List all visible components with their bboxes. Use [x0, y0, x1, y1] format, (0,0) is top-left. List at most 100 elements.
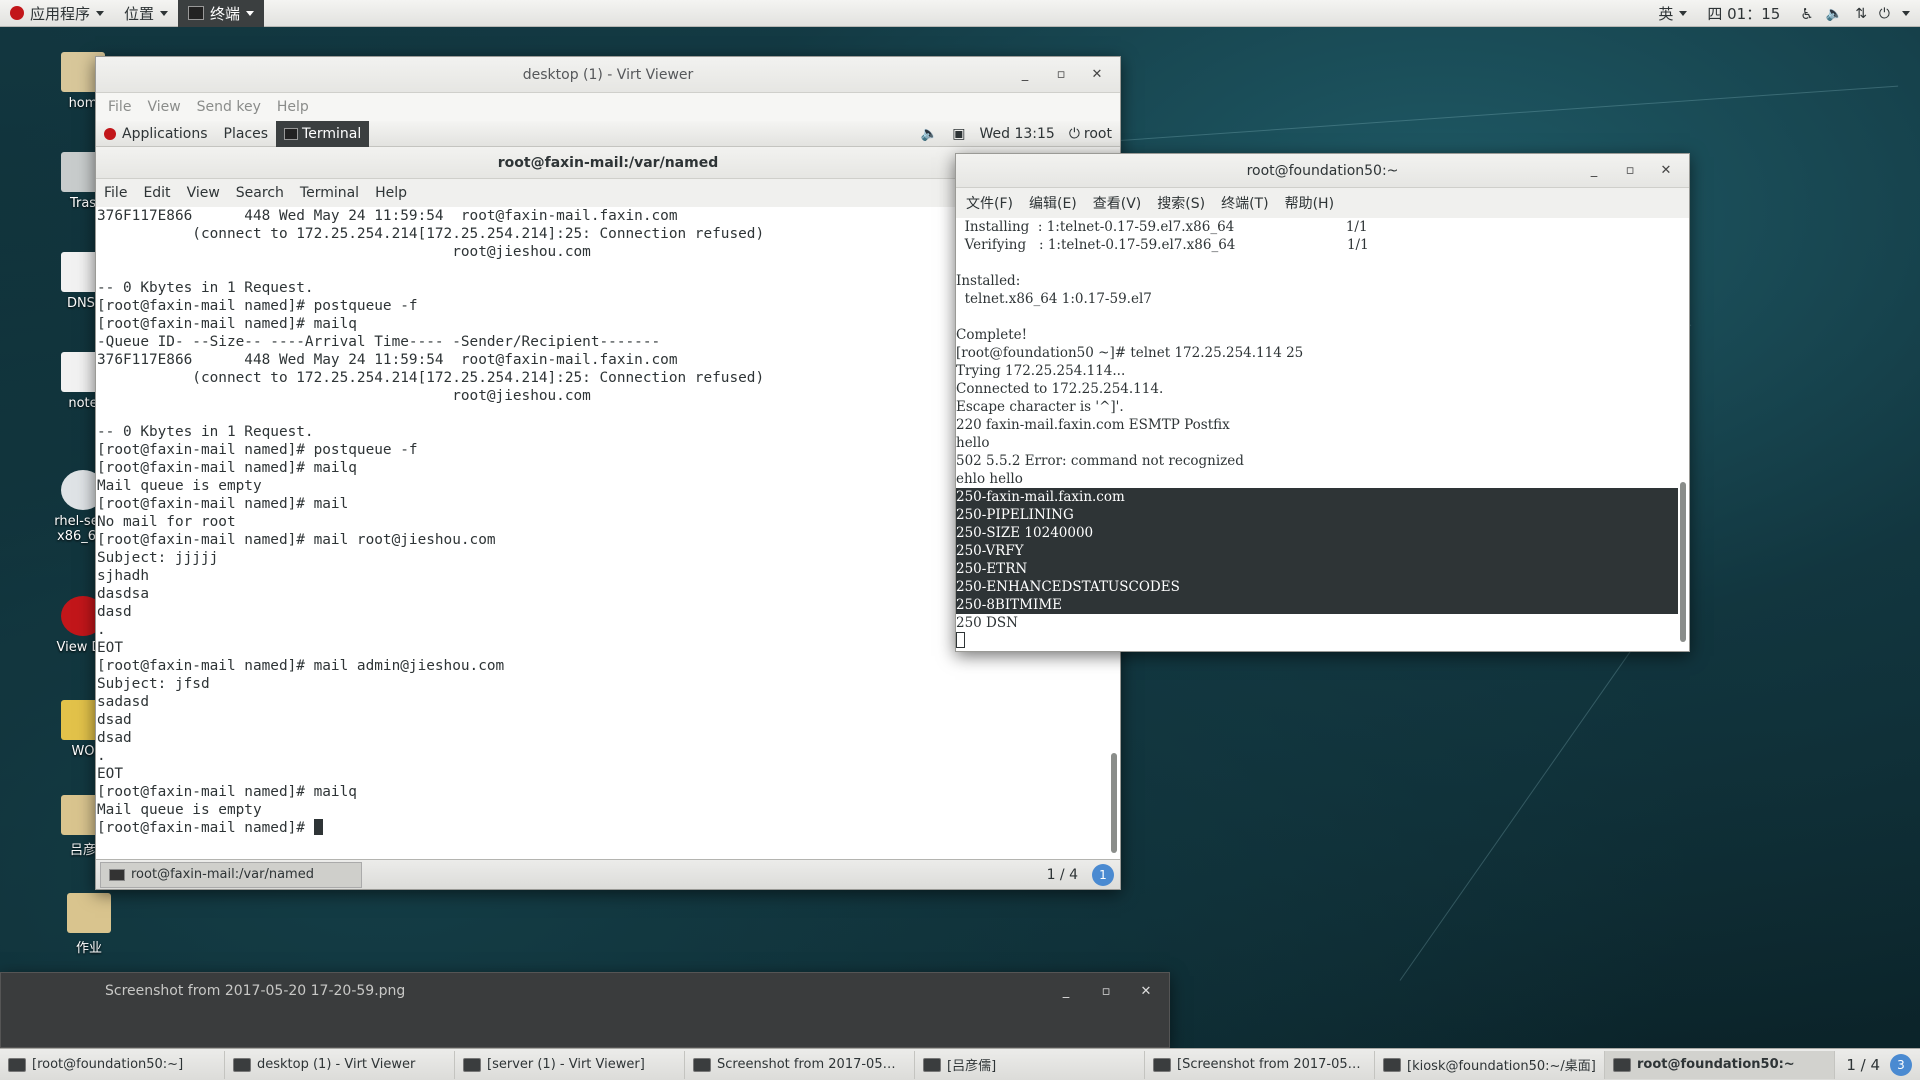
terminal-line-text: 250-ETRN [956, 561, 1028, 577]
taskbar-item[interactable]: [root@foundation50:~] [0, 1050, 225, 1079]
terminal-line: Installed: [956, 272, 1678, 290]
foundation-terminal-output[interactable]: Installing : 1:telnet-0.17-59.el7.x86_64… [956, 218, 1678, 650]
taskbar-item[interactable]: Screenshot from 2017-05… [685, 1050, 915, 1079]
minimize-button[interactable]: _ [1579, 158, 1609, 184]
guest-applications-label: Applications [122, 125, 208, 142]
guest-clock[interactable]: Wed 13:15 [980, 126, 1055, 142]
foundation-terminal-titlebar[interactable]: root@foundation50:~ _ ▫ ✕ [956, 154, 1689, 188]
places-menu-label: 位置 [124, 4, 155, 23]
virt-viewer-titlebar[interactable]: desktop (1) - Virt Viewer _ ▫ ✕ [96, 57, 1120, 93]
terminal-line-text: [root@faxin-mail named]# postqueue -f [97, 298, 418, 314]
menu-file[interactable]: File [96, 185, 135, 201]
window-icon [233, 1057, 251, 1072]
menu-send-key[interactable]: Send key [189, 99, 269, 115]
power-icon: ⏻ [1878, 5, 1890, 22]
terminal-line: dsad [97, 711, 1106, 729]
terminal-line-text: (connect to 172.25.254.214[172.25.254.21… [97, 370, 765, 386]
taskbar-item-label: [吕彦儒] [947, 1059, 997, 1074]
input-method-indicator[interactable]: 英 [1648, 0, 1697, 27]
menu-help[interactable]: 帮助(H) [1277, 193, 1342, 213]
foundation-terminal-scrollbar[interactable] [1679, 218, 1687, 650]
terminal-line-text: Trying 172.25.254.114... [956, 363, 1126, 379]
applications-menu-label: 应用程序 [30, 4, 91, 23]
desktop-icon-label: 吕彦 [69, 843, 96, 858]
terminal-line-text: 250-PIPELINING [956, 507, 1074, 523]
taskbar-item[interactable]: [Screenshot from 2017-05… [1145, 1050, 1375, 1079]
taskbar-item[interactable]: desktop (1) - Virt Viewer [225, 1050, 455, 1079]
terminal-line: hello [956, 434, 1678, 452]
menu-edit[interactable]: Edit [135, 185, 178, 201]
places-menu[interactable]: 位置 [114, 0, 178, 27]
terminal-line-text: 502 5.5.2 Error: command not recognized [956, 453, 1244, 469]
menu-view[interactable]: 查看(V) [1085, 193, 1150, 213]
terminal-line: telnet.x86_64 1:0.17-59.el7 [956, 290, 1678, 308]
taskbar-item[interactable]: [server (1) - Virt Viewer] [455, 1050, 685, 1079]
terminal-line: Subject: jfsd [97, 675, 1106, 693]
taskbar-item[interactable]: [吕彦儒] [915, 1050, 1145, 1079]
menu-search[interactable]: 搜索(S) [1149, 193, 1213, 213]
menu-view[interactable]: View [139, 99, 188, 115]
terminal-line-text: 220 faxin-mail.faxin.com ESMTP Postfix [956, 417, 1230, 433]
volume-icon: 🔈 [1825, 5, 1844, 22]
menu-terminal[interactable]: Terminal [292, 185, 367, 201]
guest-notification-badge[interactable]: 1 [1092, 863, 1114, 886]
terminal-line-text: Installing : 1:telnet-0.17-59.el7.x86_64… [956, 219, 1368, 235]
menu-help[interactable]: Help [269, 99, 317, 115]
system-status-area[interactable]: ♿ 🔈 ⇅ ⏻ [1790, 0, 1920, 27]
guest-terminal-label: Terminal [302, 125, 362, 142]
foundation-terminal-window[interactable]: root@foundation50:~ _ ▫ ✕ 文件(F) 编辑(E) 查看… [955, 153, 1690, 652]
window-title: root@faxin-mail:/var/named [497, 154, 719, 171]
maximize-button[interactable]: ▫ [1046, 62, 1076, 88]
guest-taskbar-item[interactable]: root@faxin-mail:/var/named [100, 861, 362, 888]
screenshot-viewer-window[interactable]: Screenshot from 2017-05-20 17-20-59.png … [0, 972, 1170, 1048]
guest-applications-menu[interactable]: Applications [96, 126, 216, 142]
terminal-line-text: [root@faxin-mail named]# postqueue -f [97, 442, 418, 458]
close-button[interactable]: ✕ [1131, 978, 1161, 1004]
active-app-menu[interactable]: 终端 [178, 0, 265, 27]
taskbar-item[interactable]: root@foundation50:~ [1605, 1050, 1835, 1079]
terminal-line-text: Connected to 172.25.254.114. [956, 381, 1164, 397]
terminal-line-text: 376F117E866 448 Wed May 24 11:59:54 root… [97, 352, 678, 368]
terminal-line-selected: 250-PIPELINING [956, 506, 1678, 524]
minimize-button[interactable]: _ [1051, 978, 1081, 1004]
maximize-button[interactable]: ▫ [1615, 158, 1645, 184]
menu-view[interactable]: View [179, 185, 228, 201]
volume-icon[interactable]: 🔈 [921, 126, 938, 142]
menu-file[interactable]: 文件(F) [958, 193, 1021, 213]
workspace-indicator[interactable]: 1 / 4 [1846, 1056, 1880, 1074]
menu-help[interactable]: Help [367, 185, 415, 201]
chevron-down-icon [1902, 11, 1910, 16]
menu-terminal[interactable]: 终端(T) [1213, 193, 1276, 213]
display-icon[interactable]: ▣ [952, 126, 965, 142]
terminal-line-selected: 250-faxin-mail.faxin.com [956, 488, 1678, 506]
terminal-line: Escape character is '^]'. [956, 398, 1678, 416]
terminal-line: [root@foundation50 ~]# telnet 172.25.254… [956, 344, 1678, 362]
menu-file[interactable]: File [100, 99, 139, 115]
terminal-line: Installing : 1:telnet-0.17-59.el7.x86_64… [956, 218, 1678, 236]
minimize-button[interactable]: _ [1010, 62, 1040, 88]
terminal-line: 502 5.5.2 Error: command not recognized [956, 452, 1678, 470]
guest-user-menu[interactable]: ⏻ root [1069, 126, 1112, 142]
applications-menu[interactable]: 应用程序 [0, 0, 114, 27]
notification-badge[interactable]: 3 [1890, 1053, 1912, 1076]
chevron-down-icon [246, 10, 255, 16]
taskbar-item[interactable]: [kiosk@foundation50:~/桌面] [1375, 1050, 1605, 1079]
close-button[interactable]: ✕ [1651, 158, 1681, 184]
clock[interactable]: 四 01：15 [1697, 0, 1790, 27]
terminal-line-text: -- 0 Kbytes in 1 Request. [97, 424, 314, 440]
guest-workspace-indicator[interactable]: 1 / 4 [1047, 867, 1078, 883]
screenshot-viewer-titlebar[interactable]: Screenshot from 2017-05-20 17-20-59.png … [1, 973, 1169, 1009]
scrollbar-thumb[interactable] [1680, 482, 1686, 642]
guest-terminal-menu[interactable]: Terminal [276, 120, 370, 147]
menu-search[interactable]: Search [228, 185, 292, 201]
guest-bottom-panel: root@faxin-mail:/var/named 1 / 4 1 [96, 859, 1120, 889]
guest-places-menu[interactable]: Places [216, 126, 277, 142]
scrollbar-thumb[interactable] [1111, 753, 1117, 853]
desktop-icon-label: Tras [69, 196, 97, 211]
maximize-button[interactable]: ▫ [1091, 978, 1121, 1004]
desktop-icon-label: WO [71, 744, 95, 759]
terminal-line-text: [root@faxin-mail named]# mailq [97, 784, 357, 800]
desktop-icon-folder-zuoye[interactable]: 作业 [44, 893, 134, 956]
close-button[interactable]: ✕ [1082, 62, 1112, 88]
menu-edit[interactable]: 编辑(E) [1021, 193, 1085, 213]
